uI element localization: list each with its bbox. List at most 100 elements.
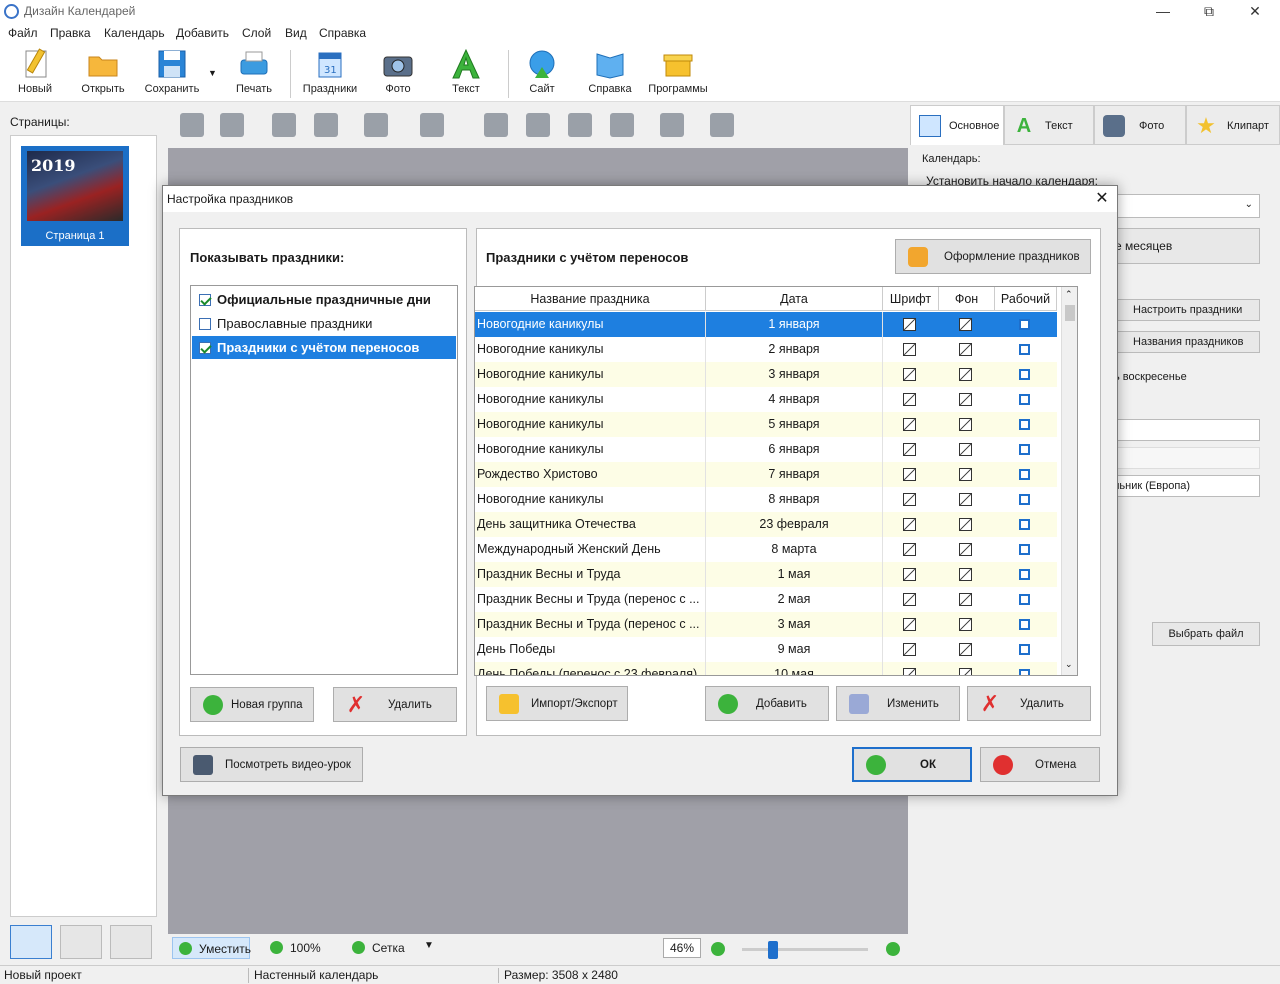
font-checkbox[interactable] (903, 518, 916, 531)
table-row[interactable]: Международный Женский День 8 марта (475, 537, 1057, 562)
redo-icon[interactable] (220, 113, 244, 137)
workday-checkbox[interactable] (1019, 644, 1030, 655)
distribute-icon[interactable] (420, 113, 444, 137)
select-2[interactable] (1108, 447, 1260, 469)
workday-checkbox[interactable] (1019, 469, 1030, 480)
font-checkbox[interactable] (903, 493, 916, 506)
menu-calendar[interactable]: Календарь (104, 26, 165, 40)
column-header-font[interactable]: Шрифт (883, 287, 939, 311)
workday-checkbox[interactable] (1019, 619, 1030, 630)
font-checkbox[interactable] (903, 318, 916, 331)
minimize-button[interactable]: — (1140, 2, 1186, 22)
configure-holidays-button[interactable]: Настроить праздники (1108, 299, 1260, 321)
holiday-style-button[interactable]: Оформление праздников (895, 239, 1091, 274)
help-button[interactable]: Справка (586, 48, 634, 100)
checkbox-transfers[interactable] (199, 342, 211, 354)
workday-checkbox[interactable] (1019, 494, 1030, 505)
delete-holiday-button[interactable]: ✗ Удалить (967, 686, 1091, 721)
delete-page-button[interactable] (110, 925, 152, 959)
background-checkbox[interactable] (959, 343, 972, 356)
font-checkbox[interactable] (903, 618, 916, 631)
workday-checkbox[interactable] (1019, 419, 1030, 430)
table-row[interactable]: День Победы (перенос с 23 февраля) 10 мая (475, 662, 1057, 675)
grid-dropdown-arrow-icon[interactable]: ▼ (424, 940, 434, 951)
font-checkbox[interactable] (903, 393, 916, 406)
table-row[interactable]: Новогодние каникулы 2 января (475, 337, 1057, 362)
lock-icon[interactable] (710, 113, 734, 137)
zoom-out-icon[interactable] (711, 942, 725, 956)
table-row[interactable]: День защитника Отечества 23 февраля (475, 512, 1057, 537)
font-checkbox[interactable] (903, 368, 916, 381)
column-header-date[interactable]: Дата (706, 287, 883, 311)
menu-edit[interactable]: Правка (50, 26, 91, 40)
text-button[interactable]: Текст (444, 48, 488, 100)
table-row[interactable]: Праздник Весны и Труда (перенос с ... 2 м… (475, 587, 1057, 612)
menu-add[interactable]: Добавить (176, 26, 229, 40)
background-checkbox[interactable] (959, 518, 972, 531)
table-row[interactable]: Праздник Весны и Труда (перенос с ... 3 м… (475, 612, 1057, 637)
workday-checkbox[interactable] (1019, 444, 1030, 455)
font-checkbox[interactable] (903, 343, 916, 356)
list-item-official[interactable]: Официальные праздничные дни (192, 288, 456, 311)
checkbox-official[interactable] (199, 294, 211, 306)
background-checkbox[interactable] (959, 643, 972, 656)
new-button[interactable]: Новый (12, 48, 58, 100)
workday-checkbox[interactable] (1019, 569, 1030, 580)
bring-front-icon[interactable] (272, 113, 296, 137)
font-checkbox[interactable] (903, 593, 916, 606)
insert-page-button[interactable] (60, 925, 102, 959)
add-page-button[interactable] (10, 925, 52, 959)
print-button[interactable]: Печать (230, 48, 278, 100)
scrollbar-thumb[interactable] (1065, 305, 1075, 321)
zoom-in-icon[interactable] (886, 942, 900, 956)
table-row[interactable]: Новогодние каникулы 8 января (475, 487, 1057, 512)
menu-file[interactable]: Файл (8, 26, 38, 40)
send-back-icon[interactable] (314, 113, 338, 137)
scroll-up-icon[interactable]: ⌃ (1065, 289, 1073, 300)
maximize-button[interactable]: ⧉ (1186, 2, 1232, 22)
table-row[interactable]: Новогодние каникулы 6 января (475, 437, 1057, 462)
menu-view[interactable]: Вид (285, 26, 307, 40)
import-export-button[interactable]: Импорт/Экспорт (486, 686, 628, 721)
tab-main[interactable]: Основное (910, 105, 1004, 145)
background-checkbox[interactable] (959, 568, 972, 581)
workday-checkbox[interactable] (1019, 344, 1030, 355)
close-button[interactable]: ✕ (1232, 2, 1278, 22)
undo-icon[interactable] (180, 113, 204, 137)
zoom-value-field[interactable]: 46% (663, 938, 701, 958)
workday-checkbox[interactable] (1019, 594, 1030, 605)
video-tutorial-button[interactable]: Посмотреть видео-урок (180, 747, 363, 782)
ok-button[interactable]: ОК (852, 747, 972, 782)
table-row[interactable]: Новогодние каникулы 4 января (475, 387, 1057, 412)
align-icon[interactable] (364, 113, 388, 137)
workday-checkbox[interactable] (1019, 544, 1030, 555)
table-row[interactable]: День Победы 9 мая (475, 637, 1057, 662)
font-checkbox[interactable] (903, 643, 916, 656)
table-row[interactable]: Новогодние каникулы 3 января (475, 362, 1057, 387)
fit-button[interactable]: Уместить (172, 937, 251, 959)
page-thumbnail[interactable]: 2019 Страница 1 (21, 146, 129, 246)
tab-clipart[interactable]: ★ Клипарт (1186, 105, 1280, 145)
new-group-button[interactable]: Новая группа (190, 687, 314, 722)
table-row[interactable]: Новогодние каникулы 5 января (475, 412, 1057, 437)
select-1[interactable] (1108, 419, 1260, 441)
font-checkbox[interactable] (903, 668, 916, 675)
tab-text[interactable]: A Текст (1004, 105, 1094, 145)
background-checkbox[interactable] (959, 543, 972, 556)
paste-icon[interactable] (568, 113, 592, 137)
scroll-down-icon[interactable]: ⌄ (1065, 659, 1073, 670)
background-checkbox[interactable] (959, 418, 972, 431)
save-button[interactable]: Сохранить (142, 48, 202, 100)
zoom-slider[interactable] (742, 948, 868, 951)
site-button[interactable]: Сайт (520, 48, 564, 100)
font-checkbox[interactable] (903, 418, 916, 431)
font-checkbox[interactable] (903, 468, 916, 481)
list-item-transfers[interactable]: Праздники с учётом переносов (192, 336, 456, 359)
table-row[interactable]: Праздник Весны и Труда 1 мая (475, 562, 1057, 587)
holidays-button[interactable]: 31 Праздники (300, 48, 360, 100)
tab-photo[interactable]: Фото (1094, 105, 1186, 145)
menu-layer[interactable]: Слой (242, 26, 271, 40)
start-month-select[interactable]: ⌄ (1108, 194, 1260, 218)
table-row[interactable]: Новогодние каникулы 1 января (475, 312, 1057, 337)
background-checkbox[interactable] (959, 493, 972, 506)
